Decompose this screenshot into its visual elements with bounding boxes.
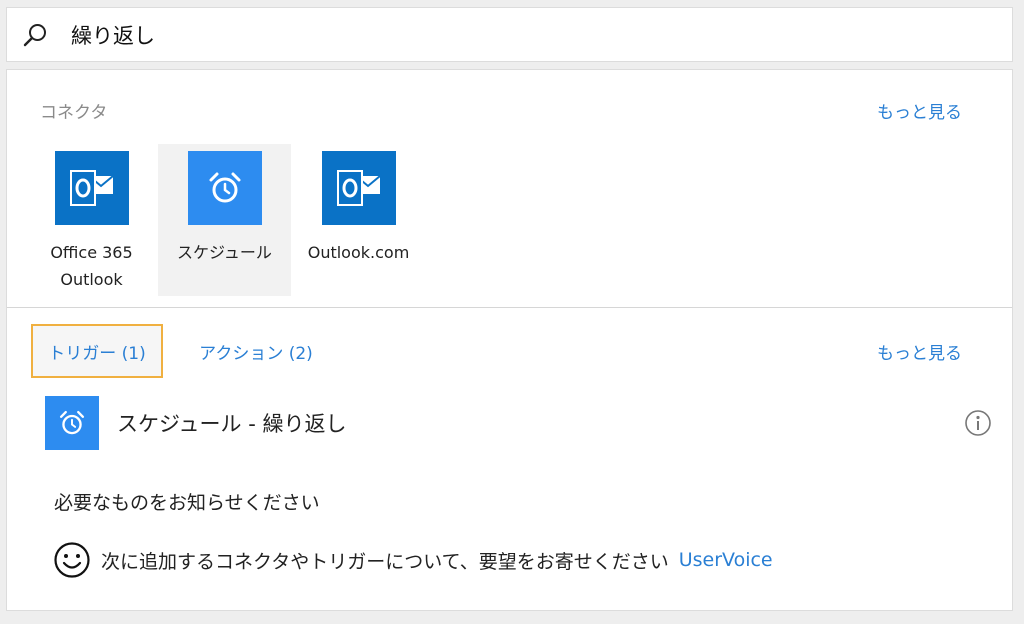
connectors-section-label: コネクタ <box>40 103 108 123</box>
outlook-icon <box>336 170 381 206</box>
trigger-result-schedule-recurrence[interactable]: スケジュール - 繰り返し <box>45 396 992 450</box>
schedule-result-tile <box>45 396 99 450</box>
feedback-row: 次に追加するコネクタやトリガーについて、要望をお寄せください UserVoice <box>53 540 773 580</box>
search-input[interactable] <box>71 16 971 54</box>
connector-label: Outlook.com <box>307 243 410 262</box>
info-icon[interactable] <box>964 409 992 437</box>
alarm-clock-icon <box>209 172 240 203</box>
result-label: スケジュール - 繰り返し <box>117 412 347 436</box>
search-icon <box>23 24 46 47</box>
outlook-icon <box>69 170 114 206</box>
tab-triggers[interactable]: トリガー (1) <box>31 324 163 378</box>
smiley-icon <box>54 542 90 578</box>
operations-see-more-link[interactable]: もっと見る <box>877 339 962 364</box>
connector-label: スケジュール <box>177 243 272 262</box>
connector-office365-outlook[interactable]: Office 365 Outlook <box>25 144 158 296</box>
tab-actions[interactable]: アクション (2) <box>187 324 325 378</box>
schedule-tile <box>187 151 262 225</box>
connector-schedule[interactable]: スケジュール <box>158 144 291 296</box>
feedback-heading: 必要なものをお知らせください <box>54 492 320 514</box>
alarm-clock-icon <box>59 410 85 435</box>
search-bar <box>6 7 1013 62</box>
connector-outlook-com[interactable]: Outlook.com <box>292 144 425 296</box>
section-divider <box>7 307 1012 308</box>
results-panel: コネクタ もっと見る Office 365 Outlook スケジュール Out… <box>6 69 1013 611</box>
outlook-com-tile <box>321 151 396 225</box>
connector-label: Office 365 Outlook <box>50 243 133 289</box>
uservoice-link[interactable]: UserVoice <box>679 549 773 571</box>
connectors-see-more-link[interactable]: もっと見る <box>877 98 962 123</box>
feedback-text: 次に追加するコネクタやトリガーについて、要望をお寄せください <box>101 550 669 573</box>
office365-outlook-tile <box>54 151 129 225</box>
